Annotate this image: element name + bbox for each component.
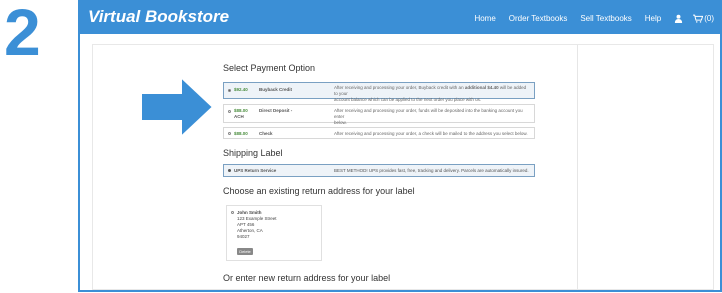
ups-service-desc: BEST METHOD! UPS provides fast, free, tr… <box>334 168 529 173</box>
brand-logo[interactable]: Virtual Bookstore <box>88 7 229 27</box>
payment-option-buyback[interactable]: $92.40 Buyback Credit After receiving an… <box>223 82 535 102</box>
nav-home[interactable]: Home <box>474 14 495 23</box>
option-desc-check: After receiving and processing your orde… <box>334 131 528 136</box>
address-street: 123 Example Street <box>237 216 277 221</box>
radio-ach[interactable] <box>228 110 231 113</box>
price-buyback: $92.40 <box>234 87 248 92</box>
browser-frame: Virtual Bookstore Home Order Textbooks S… <box>78 0 722 292</box>
price-check: $88.00 <box>234 131 248 136</box>
user-icon[interactable] <box>674 14 683 23</box>
address-apt: APT 456 <box>237 222 255 227</box>
radio-buyback[interactable] <box>228 89 231 92</box>
saved-address-card[interactable]: John Smith 123 Example Street APT 456 At… <box>226 205 322 261</box>
delete-address-button[interactable]: Delete <box>237 248 253 255</box>
payment-option-check[interactable]: $88.00 Check After receiving and process… <box>223 127 535 139</box>
cart-count: (0) <box>704 13 714 23</box>
new-address-heading: Or enter new return address for your lab… <box>223 273 391 283</box>
checkout-content: Select Payment Option $92.40 Buyback Cre… <box>92 44 714 290</box>
radio-ups[interactable] <box>228 169 231 172</box>
address-name: John Smith <box>237 210 262 215</box>
main-nav: Home Order Textbooks Sell Textbooks Help… <box>461 2 714 34</box>
shipping-option-ups[interactable]: UPS Return Service BEST METHOD! UPS prov… <box>223 164 535 177</box>
return-address-heading: Choose an existing return address for yo… <box>223 186 415 196</box>
nav-help[interactable]: Help <box>645 14 661 23</box>
option-desc-buyback: After receiving and processing your orde… <box>334 85 527 102</box>
payment-heading: Select Payment Option <box>223 63 316 73</box>
nav-order-textbooks[interactable]: Order Textbooks <box>509 14 568 23</box>
shipping-heading: Shipping Label <box>223 148 283 158</box>
step-number: 2 <box>4 0 41 69</box>
radio-check[interactable] <box>228 132 231 135</box>
address-city: Atherton, CA <box>237 228 263 233</box>
option-desc-ach: After receiving and processing your orde… <box>334 108 523 125</box>
nav-sell-textbooks[interactable]: Sell Textbooks <box>580 14 631 23</box>
radio-saved-address[interactable] <box>231 211 234 214</box>
option-name-buyback: Buyback Credit <box>259 87 293 92</box>
address-zip: 94027 <box>237 234 250 239</box>
ups-service-name: UPS Return Service <box>234 168 277 173</box>
top-navbar: Virtual Bookstore Home Order Textbooks S… <box>80 2 720 34</box>
column-divider <box>577 45 578 289</box>
price-ach: $88.00 <box>234 108 248 113</box>
option-name-ach: Direct Deposit - ACH <box>234 108 293 119</box>
cart-icon <box>693 14 704 23</box>
payment-option-ach[interactable]: $88.00 Direct Deposit - ACH After receiv… <box>223 104 535 125</box>
option-name-check: Check <box>259 131 273 136</box>
cart-button[interactable]: (0) <box>693 14 714 23</box>
arrow-right-icon <box>140 75 215 139</box>
